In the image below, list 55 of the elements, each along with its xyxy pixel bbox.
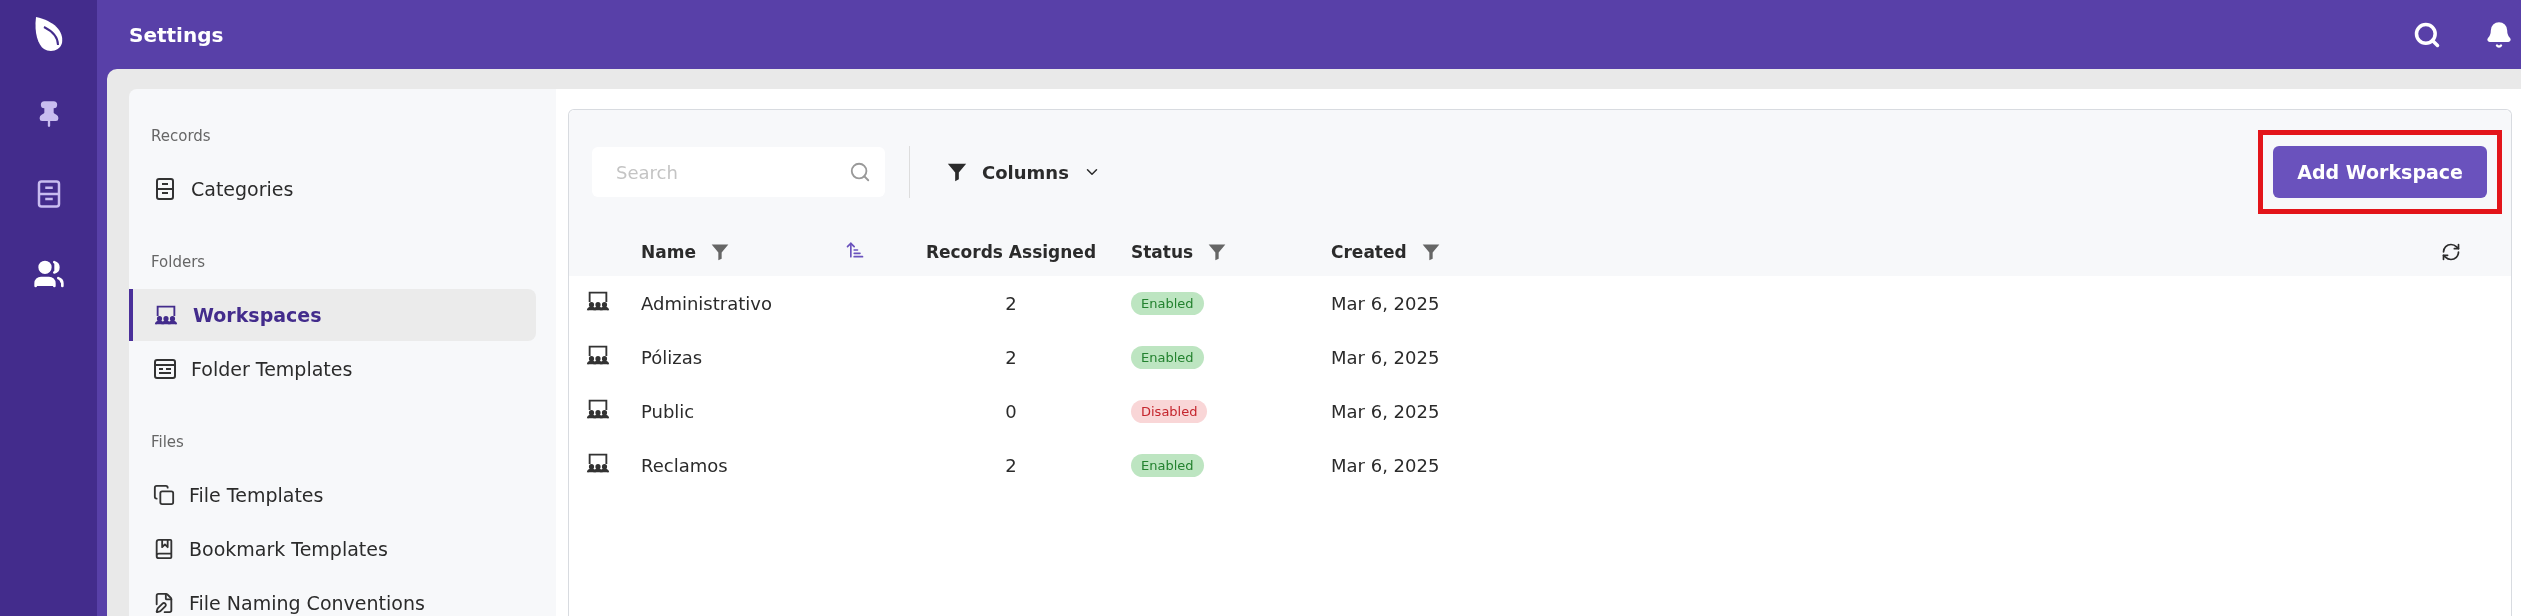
sidebar-label: Bookmark Templates: [189, 538, 388, 560]
template-icon: [153, 357, 177, 381]
section-heading: Folders: [150, 253, 207, 271]
table-cell-text: Pólizas: [641, 346, 704, 368]
table-cell-text: Reclamos: [641, 454, 729, 476]
sidebar-label: File Naming Conventions: [189, 592, 425, 614]
sidebar-item[interactable]: Categories: [129, 163, 536, 215]
search-field[interactable]: Search: [592, 147, 885, 197]
copy-icon: [153, 484, 175, 506]
column-header[interactable]: Name: [641, 242, 696, 262]
sidebar-item[interactable]: Workspaces: [129, 289, 536, 341]
status-badge: Enabled: [1131, 454, 1204, 477]
table-row[interactable]: Reclamos 2 Enabled Mar 6, 2025: [569, 438, 2511, 492]
filter-icon[interactable]: [946, 161, 968, 183]
edit-icon: [153, 592, 175, 614]
section-heading: Files: [150, 433, 185, 451]
sidebar-item[interactable]: Folder Templates: [129, 343, 536, 395]
column-header[interactable]: Status: [1131, 242, 1194, 262]
search-icon[interactable]: [2413, 20, 2441, 49]
table-cell-text: 0: [1004, 400, 1018, 422]
column-header[interactable]: Records Assigned: [925, 242, 1097, 262]
table-cell-text: Mar 6, 2025: [1331, 400, 1441, 422]
table-row[interactable]: Administrativo 2 Enabled Mar 6, 2025: [569, 276, 2511, 330]
sidebar-item[interactable]: File Templates: [129, 469, 536, 521]
status-badge: Enabled: [1131, 346, 1204, 369]
sidebar-label: Workspaces: [193, 304, 322, 326]
status-badge: Disabled: [1131, 400, 1208, 423]
sidebar-label: Folder Templates: [191, 358, 353, 380]
sidebar-item[interactable]: Bookmark Templates: [129, 523, 536, 575]
table-cell-text: Mar 6, 2025: [1331, 346, 1441, 368]
add-workspace-button[interactable]: Add Workspace: [2273, 146, 2487, 198]
table-row[interactable]: Pólizas 2 Enabled Mar 6, 2025: [569, 330, 2511, 384]
sidebar-item[interactable]: File Naming Conventions: [129, 577, 536, 616]
table-row[interactable]: Public 0 Disabled Mar 6, 2025: [569, 384, 2511, 438]
column-header[interactable]: Created: [1331, 242, 1407, 262]
sort-icon[interactable]: [845, 240, 865, 260]
page-title: Settings: [129, 22, 225, 47]
sidebar-label: Categories: [191, 178, 294, 200]
section-heading: Records: [150, 127, 212, 145]
table-cell-text: Mar 6, 2025: [1331, 454, 1441, 476]
status-badge: Enabled: [1131, 292, 1204, 315]
table-cell-text: Administrativo: [641, 292, 773, 314]
refresh-icon[interactable]: [2441, 242, 2461, 262]
search-icon: [849, 161, 871, 183]
table-cell-text: 2: [1004, 454, 1018, 476]
cabinet-icon: [153, 177, 177, 201]
users-icon[interactable]: [32, 258, 65, 290]
table-cell-text: Mar 6, 2025: [1331, 292, 1441, 314]
table-cell-text: 2: [1004, 346, 1018, 368]
columns-button[interactable]: Columns: [934, 153, 1113, 191]
bell-icon[interactable]: [2485, 20, 2513, 49]
book-icon: [153, 538, 175, 560]
table-cell-text: Public: [641, 400, 696, 422]
table-cell-text: 2: [1004, 292, 1018, 314]
sidebar-label: File Templates: [189, 484, 324, 506]
